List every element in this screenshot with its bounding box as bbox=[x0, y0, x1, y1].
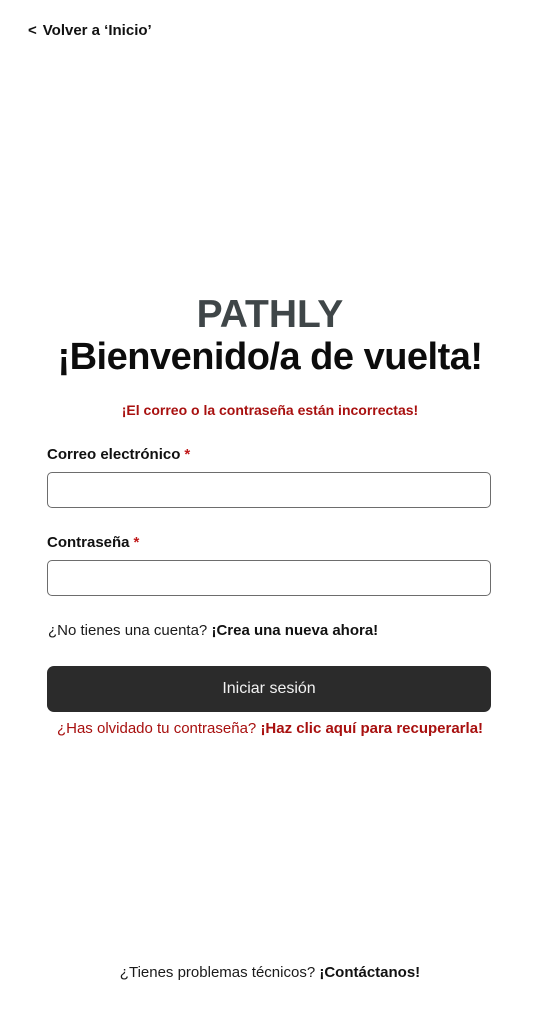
password-field[interactable] bbox=[47, 560, 491, 596]
signup-prompt-text: ¿No tienes una cuenta? bbox=[48, 622, 208, 639]
required-marker: * bbox=[133, 534, 140, 551]
signup-prompt: ¿No tienes una cuenta? ¡Crea una nueva a… bbox=[48, 622, 378, 639]
forgot-password-row: ¿Has olvidado tu contraseña? ¡Haz clic a… bbox=[0, 720, 540, 737]
back-to-home-link[interactable]: < Volver a ‘Inicio’ bbox=[28, 22, 152, 39]
email-label: Correo electrónico * bbox=[47, 446, 190, 463]
error-message: ¡El correo o la contraseña están incorre… bbox=[121, 402, 419, 418]
support-prompt: ¿Tienes problemas técnicos? bbox=[119, 964, 316, 981]
login-page: < Volver a ‘Inicio’ PATHLY ¡Bienvenido/a… bbox=[0, 0, 540, 1024]
email-label-text: Correo electrónico bbox=[47, 446, 181, 463]
password-label: Contraseña * bbox=[47, 534, 139, 551]
email-field[interactable] bbox=[47, 472, 491, 508]
contact-link[interactable]: ¡Contáctanos! bbox=[319, 964, 420, 981]
page-title: ¡Bienvenido/a de vuelta! bbox=[57, 336, 483, 378]
signup-link[interactable]: ¡Crea una nueva ahora! bbox=[211, 622, 378, 639]
brand-logo: PATHLY bbox=[196, 293, 344, 336]
chevron-left-icon: < bbox=[28, 22, 37, 39]
forgot-password-prompt: ¿Has olvidado tu contraseña? bbox=[56, 720, 257, 737]
support-row: ¿Tienes problemas técnicos? ¡Contáctanos… bbox=[0, 964, 540, 981]
back-link-label: Volver a ‘Inicio’ bbox=[42, 22, 152, 39]
login-button[interactable]: Iniciar sesión bbox=[47, 666, 491, 712]
recover-password-link[interactable]: ¡Haz clic aquí para recuperarla! bbox=[260, 720, 483, 737]
password-label-text: Contraseña bbox=[47, 534, 130, 551]
required-marker: * bbox=[184, 446, 191, 463]
